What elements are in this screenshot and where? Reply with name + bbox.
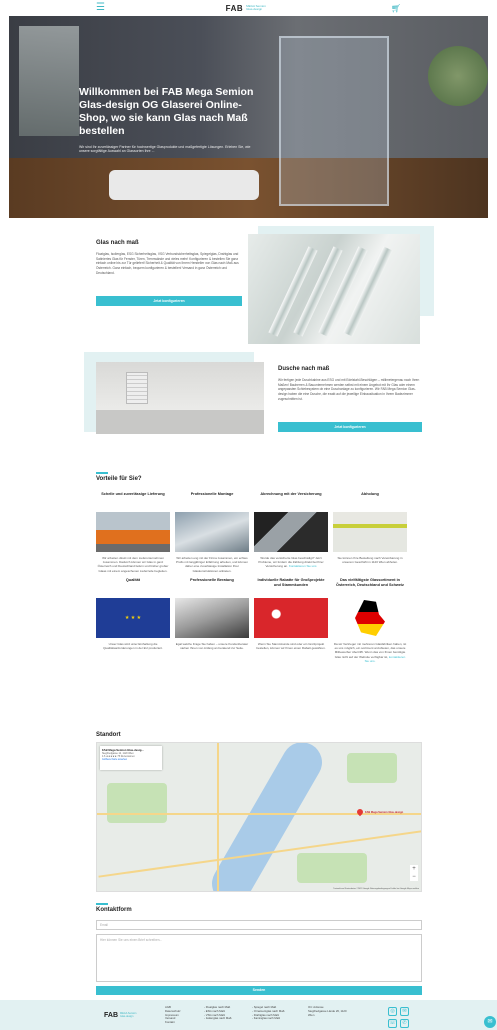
delivery-truck-image	[96, 512, 170, 552]
map-park	[297, 853, 367, 883]
vorteile-row-1: Schelle und zuverlässige Lieferung Profe…	[96, 492, 407, 573]
map-larger-link[interactable]: Größere Karte ansehen	[102, 758, 160, 761]
chat-bubble-icon[interactable]: ✉	[484, 1016, 496, 1028]
kontakt-title: Kontaktform	[96, 907, 132, 913]
hero-window	[19, 26, 79, 136]
vorteil-text-body: Sie können Ihre Bestellung nach Vereinba…	[337, 556, 403, 565]
vorteil-text: Wenn Sie Stammkunde sind oder ein Großpr…	[254, 642, 328, 663]
vorteil-text-body: Wenn Sie Stammkunde sind oder ein Großpr…	[256, 642, 326, 651]
vorteil-text: Wir arbeiten direkt mit dem Lieferuntern…	[96, 556, 170, 573]
top-header: ☰ FAB MEGA Semion Glas-design 🛒︎	[0, 0, 497, 16]
footer-col-legal: AGB Datenschutz Impressum Versand Kontak…	[165, 1005, 181, 1025]
hero-shower-glass	[279, 36, 389, 206]
mail-icon[interactable]: ✉	[400, 1007, 409, 1016]
glas-title: Glas nach maß	[96, 240, 139, 246]
footer-col-address: Ort: Adresse Siegfriedgasse Lände 26, 11…	[308, 1005, 347, 1017]
vorteil-text: Unser Glas wird unter Einhaltung die Qua…	[96, 642, 170, 663]
shop-front-image	[333, 512, 407, 552]
vorteil-heading: Das vielfältigste Glassortiment in Öster…	[336, 578, 404, 587]
telephone-image	[175, 598, 249, 638]
logo-text: FAB	[225, 3, 244, 13]
hero-banner: Willkommen bei FAB Mega Semion Glas-desi…	[9, 16, 488, 218]
phone-icon[interactable]: ☏	[388, 1019, 397, 1028]
glass-strip	[268, 246, 318, 337]
hero-bathtub	[109, 170, 259, 200]
send-button[interactable]: Senden	[96, 986, 422, 995]
vorteil-heading: Schelle und zuverlässige Lieferung	[101, 492, 165, 496]
kontakt-accent-line	[96, 903, 108, 905]
glas-configure-button[interactable]: Jetzt konfigurieren	[96, 296, 242, 306]
dusche-configure-button[interactable]: Jetzt konfigurieren	[278, 422, 422, 432]
footer-logo-subtext: MEGA Semion Glas-design	[120, 1012, 137, 1018]
map-zoom-control: + −	[410, 865, 418, 881]
eu-flag-image: ★ ★ ★	[96, 598, 170, 638]
footer-address-line: Wien	[308, 1012, 315, 1017]
cart-icon[interactable]: 🛒︎	[391, 4, 401, 13]
vorteil-text: Egal welche Frage Sie haben – unsere Kun…	[175, 642, 249, 663]
montage-image	[175, 512, 249, 552]
vorteile-accent-line	[96, 472, 108, 474]
map-park	[347, 753, 397, 783]
map-footer: Tastenkürzel Kartendaten ©2023 Google Nu…	[333, 888, 419, 890]
google-map[interactable]: FAB Mega Semion Glas-design FAB Mega Sem…	[96, 742, 422, 892]
footer-link[interactable]: - Isolierglas nach Maß	[204, 1017, 232, 1021]
discount-dice-image	[254, 598, 328, 638]
vorteil-text: Wurde das versicherte Glas beschädigt? J…	[254, 556, 328, 573]
dusche-title: Dusche nach maß	[278, 366, 330, 372]
footer-logo-text: FAB	[104, 1012, 118, 1019]
page: ☰ FAB MEGA Semion Glas-design 🛒︎ Willkom…	[0, 0, 497, 1030]
vorteil-heading: Professionelle Beratung	[190, 578, 234, 582]
vorteil-heading: Abrechnung mit der Versicherung	[260, 492, 322, 496]
zoom-out-button[interactable]: −	[410, 873, 418, 881]
map-pin-label: FAB Mega Semion Glas-design	[365, 811, 404, 814]
broken-glass-image	[254, 512, 328, 552]
glas-image	[248, 234, 420, 344]
footer-link[interactable]: - Kaminglas nach Maß	[252, 1017, 285, 1021]
site-logo[interactable]: FAB MEGA Semion Glas-design	[226, 4, 271, 13]
site-footer: FAB MEGA Semion Glas-design AGB Datensch…	[0, 1000, 497, 1030]
vorteil-text-body: Wir arbeiten eng mit der Firma zusammen,…	[175, 556, 249, 573]
hamburger-icon[interactable]: ☰	[96, 3, 105, 13]
standort-title: Standort	[96, 732, 121, 738]
vorteil-text: Sie können Ihre Bestellung nach Vereinba…	[333, 556, 407, 573]
dusche-image	[96, 362, 264, 434]
map-park	[107, 783, 167, 823]
message-field[interactable]: Hier können Sie uns einen Brief schreibe…	[96, 934, 422, 982]
vorteile-row-2: Qualität Professionelle Beratung Individ…	[96, 578, 407, 663]
map-countries-image	[333, 598, 407, 638]
footer-col-products-2: - Spiegel nach Maß - Ornamentglas nach M…	[252, 1005, 285, 1021]
kontakt-link[interactable]: Kontaktieren Sie uns	[289, 564, 317, 568]
email-field[interactable]: Email	[96, 920, 422, 930]
dusche-text: Wir fertigen jede Duschkabine aus ESG un…	[278, 378, 420, 401]
vorteile-title: Vorteile für Sie?	[96, 476, 142, 482]
map-info-card: FAB Mega Semion Glas-desig... Siegfriedg…	[100, 746, 162, 770]
hero-plant	[428, 46, 488, 106]
vorteil-heading: Individuelle Rabatte für Großprojekte un…	[257, 578, 325, 587]
whatsapp-icon[interactable]: ✆	[400, 1019, 409, 1028]
vorteil-text-body: Egal welche Frage Sie haben – unsere Kun…	[175, 642, 249, 651]
dusche-floor	[96, 410, 264, 434]
vorteil-text: Wir arbeiten eng mit der Firma zusammen,…	[175, 556, 249, 573]
vorteil-text-body: Wir arbeiten direkt mit dem Lieferuntern…	[97, 556, 169, 573]
towel-radiator	[126, 372, 148, 404]
footer-link[interactable]: Kontakt	[165, 1020, 181, 1025]
footer-social-icons: ◎ ✉ ☏ ✆	[388, 1007, 409, 1028]
glas-text: Floatglas, Isolierglas, ESG Sicherheitsg…	[96, 252, 239, 275]
zoom-in-button[interactable]: +	[410, 865, 418, 873]
vorteil-heading: Abholung	[361, 492, 379, 496]
footer-logo[interactable]: FAB MEGA Semion Glas-design	[104, 1012, 140, 1019]
vorteil-heading: Qualität	[125, 578, 141, 582]
hero-subtitle: Wir sind Ihr zuverlässiger Partner für h…	[79, 144, 251, 154]
germany-flag-map	[355, 600, 385, 636]
footer-col-products-1: - Floatglas nach Maß - ESG nach Maß - VS…	[204, 1005, 232, 1021]
logo-subtext: MEGA Semion Glas-design	[246, 4, 266, 11]
vorteil-text-body: Unser Glas wird unter Einhaltung die Qua…	[103, 642, 163, 651]
hero-text: Willkommen bei FAB Mega Semion Glas-desi…	[79, 86, 259, 154]
vorteil-text: Da wir Vertrieger mit mehreren Glasfabri…	[333, 642, 407, 663]
hero-title: Willkommen bei FAB Mega Semion Glas-desi…	[79, 86, 254, 138]
vorteil-heading: Professionelle Montage	[190, 492, 234, 496]
instagram-icon[interactable]: ◎	[388, 1007, 397, 1016]
map-road	[217, 743, 219, 891]
